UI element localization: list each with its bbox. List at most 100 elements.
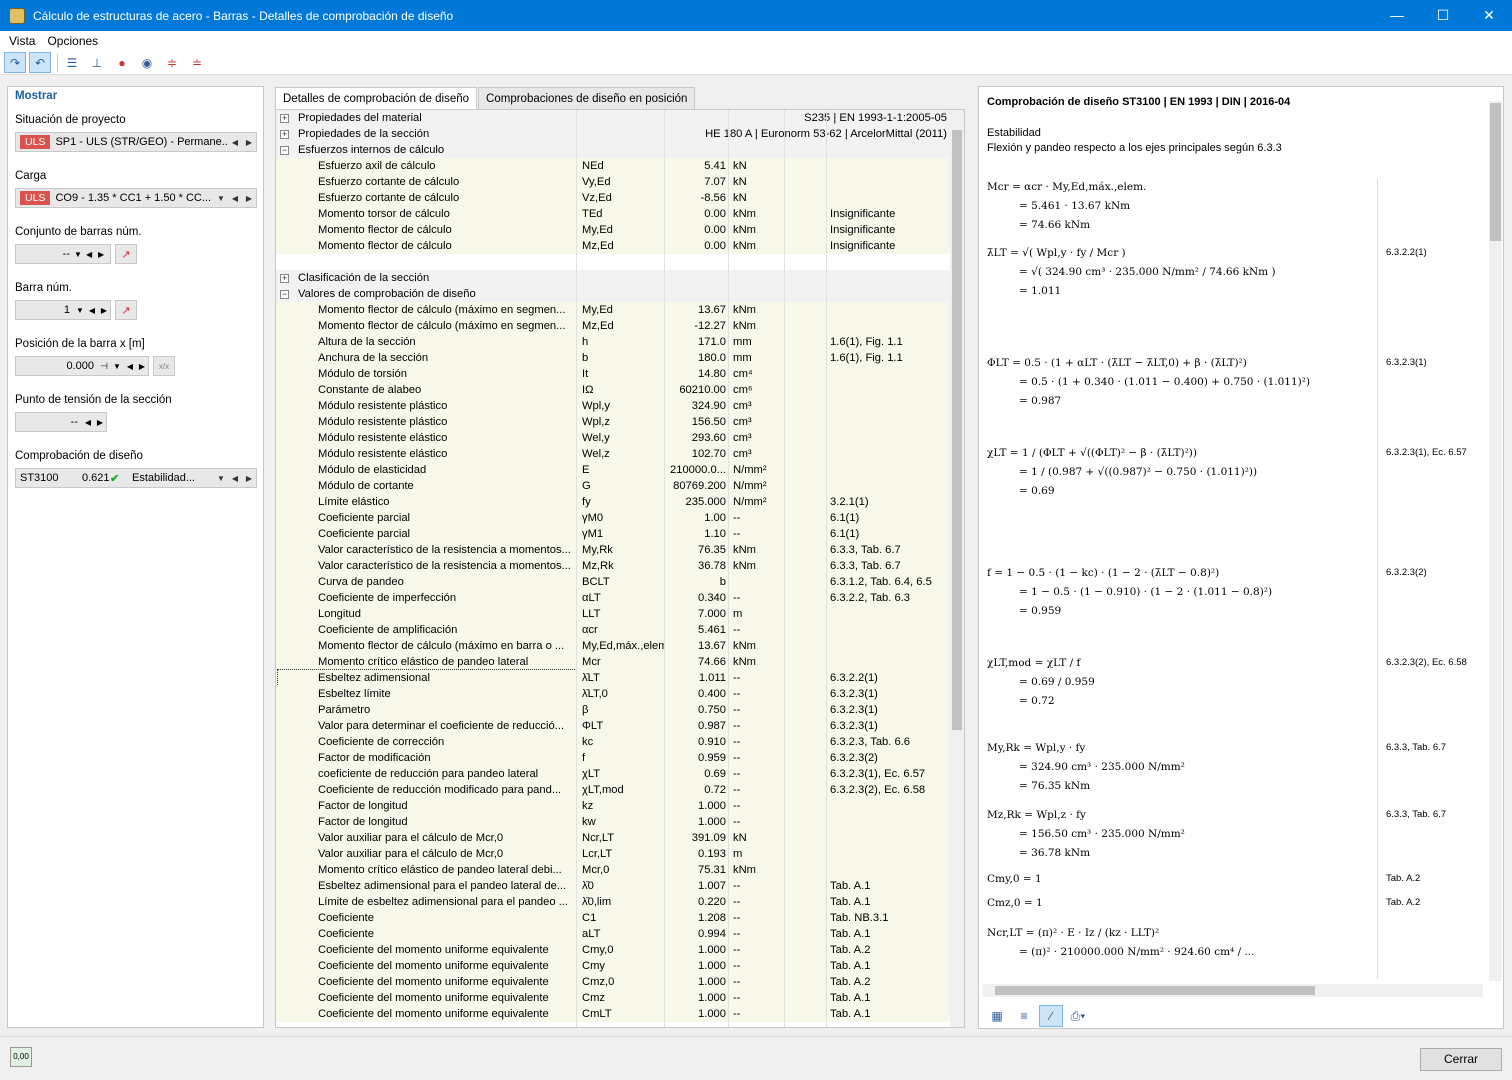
select-member-icon[interactable]: ↷ [4, 52, 26, 73]
chevron-down-icon[interactable]: ▼ [74, 250, 86, 259]
tab-design-checks-at-location[interactable]: Comprobaciones de diseño en posición [478, 87, 696, 109]
table-row[interactable]: Factor de longitud kw 1.000 -- [276, 814, 951, 830]
member-view-icon[interactable]: ⊥ [86, 52, 108, 73]
prev-arrow-icon[interactable]: ◀ [86, 250, 98, 259]
stress-point-select[interactable]: -- ◀ ▶ [15, 412, 107, 432]
chevron-down-icon[interactable]: ▼ [214, 194, 228, 203]
maximize-button[interactable]: ☐ [1420, 0, 1466, 31]
scroll-thumb[interactable] [952, 130, 962, 730]
scroll-thumb[interactable] [995, 986, 1315, 995]
table-row[interactable]: Momento flector de cálculo Mz,Ed 0.00 kNm In… [276, 238, 951, 254]
table-row[interactable]: Coeficiente del momento uniforme equival… [276, 990, 951, 1006]
table-row[interactable]: Esbeltez límite λ̄LT,0 0.400 -- 6.3.2.3(1) [276, 686, 951, 702]
next-arrow-icon[interactable]: ▶ [98, 250, 110, 259]
table-row[interactable]: Momento flector de cálculo (máximo en se… [276, 302, 951, 318]
list-icon[interactable]: ☰ [61, 52, 83, 73]
table-row[interactable]: Anchura de la sección b 180.0 mm 1.6(1), Fig… [276, 350, 951, 366]
table-row[interactable]: Módulo resistente elástico Wel,y 293.60 cm³ [276, 430, 951, 446]
chevron-down-icon[interactable]: ▼ [74, 306, 86, 315]
design-info-icon[interactable]: ◉ [136, 52, 158, 73]
group-classification[interactable]: + Clasificación de la sección [276, 270, 951, 286]
table-row[interactable]: Valor auxiliar para el cálculo de Mcr,0 L… [276, 846, 951, 862]
table-row[interactable]: Parámetro β 0.750 -- 6.3.2.3(1) [276, 702, 951, 718]
expand-icon[interactable]: + [280, 274, 289, 283]
next-arrow-icon[interactable]: ▶ [242, 474, 256, 483]
member-set-select[interactable]: -- ▼ ◀ ▶ [15, 244, 111, 264]
chevron-down-icon[interactable]: ▼ [214, 474, 228, 483]
formula-icon[interactable]: ∕ [1039, 1005, 1063, 1027]
table-row[interactable]: Coeficiente del momento uniforme equival… [276, 958, 951, 974]
table-row[interactable]: Esfuerzo cortante de cálculo Vy,Ed 7.07 kN [276, 174, 951, 190]
table-row[interactable]: Momento flector de cálculo (máximo en se… [276, 318, 951, 334]
prev-arrow-icon[interactable]: ◀ [124, 362, 136, 371]
pick-member-set-icon[interactable]: ↗ [115, 244, 137, 264]
vertical-scrollbar[interactable] [950, 110, 964, 1027]
table-row[interactable]: Coeficiente de imperfección αLT 0.340 -- 6.3… [276, 590, 951, 606]
collapse-icon[interactable]: − [280, 290, 289, 299]
close-window-button[interactable]: ✕ [1466, 0, 1512, 31]
table-row[interactable]: Factor de modificación f 0.959 -- 6.3.2.3(2) [276, 750, 951, 766]
settings-icon[interactable]: ≐ [186, 52, 208, 73]
scroll-thumb[interactable] [1490, 103, 1501, 241]
table-row[interactable]: Longitud LLT 7.000 m [276, 606, 951, 622]
calculator-icon[interactable]: 0,00 [10, 1047, 32, 1067]
print-icon[interactable]: ⎙▾ [1066, 1005, 1090, 1027]
tab-design-check-details[interactable]: Detalles de comprobación de diseño [275, 87, 478, 109]
group-design-values[interactable]: − Valores de comprobación de diseño [276, 286, 951, 302]
load-select[interactable]: ULS CO9 - 1.35 * CC1 + 1.50 * CC... ▼ ◀ … [15, 188, 257, 208]
export-icon[interactable]: ▦ [985, 1005, 1009, 1027]
prev-arrow-icon[interactable]: ◀ [228, 474, 242, 483]
table-row[interactable]: Límite de esbeltez adimensional para el … [276, 894, 951, 910]
table-row[interactable]: Factor de longitud kz 1.000 -- [276, 798, 951, 814]
prev-arrow-icon[interactable]: ◀ [86, 306, 98, 315]
table-row[interactable]: Valor auxiliar para el cálculo de Mcr,0 N… [276, 830, 951, 846]
table-row[interactable]: Módulo de torsión It 14.80 cm⁴ [276, 366, 951, 382]
minimize-button[interactable]: — [1374, 0, 1420, 31]
table-row[interactable]: Esbeltez adimensional para el pandeo lat… [276, 878, 951, 894]
prev-arrow-icon[interactable]: ◀ [228, 138, 242, 147]
table-row[interactable]: Momento crítico elástico de pandeo later… [276, 862, 951, 878]
table-row[interactable]: Módulo de cortante G 80769.200 N/mm² [276, 478, 951, 494]
table-row[interactable]: Curva de pandeo BCLT b 6.3.1.2, Tab. 6.4, 6… [276, 574, 951, 590]
relative-position-icon[interactable]: x/x [153, 356, 175, 376]
table-row[interactable]: Esbeltez adimensional λ̄LT 1.011 -- 6.3.2.2(… [276, 669, 951, 687]
table-row[interactable]: Coeficiente parcial γM1 1.10 -- 6.1(1) [276, 526, 951, 542]
table-row[interactable]: Momento torsor de cálculo TEd 0.00 kNm Insig… [276, 206, 951, 222]
collapse-icon[interactable]: − [280, 146, 289, 155]
table-row[interactable]: Esfuerzo axil de cálculo NEd 5.41 kN [276, 158, 951, 174]
table-row[interactable]: Esfuerzo cortante de cálculo Vz,Ed -8.56 kN [276, 190, 951, 206]
member-select[interactable]: 1 ▼ ◀ ▶ [15, 300, 111, 320]
next-arrow-icon[interactable]: ▶ [98, 306, 110, 315]
table-row[interactable]: Coeficiente de reducción modificado para… [276, 782, 951, 798]
table-row[interactable]: Coeficiente del momento uniforme equival… [276, 974, 951, 990]
prev-arrow-icon[interactable]: ◀ [228, 194, 242, 203]
report-horizontal-scrollbar[interactable] [983, 984, 1483, 997]
expand-icon[interactable]: + [280, 114, 289, 123]
table-row[interactable]: Coeficiente de corrección kc 0.910 -- 6.3.2.… [276, 734, 951, 750]
group-material[interactable]: + Propiedades del material S235 | EN 199… [276, 110, 951, 126]
design-situation-select[interactable]: ULS SP1 - ULS (STR/GEO) - Permane... ◀ ▶ [15, 132, 257, 152]
position-select[interactable]: 0.000 ⊣ ▼ ◀ ▶ [15, 356, 149, 376]
table-row[interactable]: Momento flector de cálculo (máximo en ba… [276, 638, 951, 654]
table-row[interactable]: Momento crítico elástico de pandeo later… [276, 654, 951, 670]
table-row[interactable]: Módulo resistente plástico Wpl,z 156.50 cm³ [276, 414, 951, 430]
expand-icon[interactable]: + [280, 130, 289, 139]
table-row[interactable]: Coeficiente C1 1.208 -- Tab. NB.3.1 [276, 910, 951, 926]
table-row[interactable]: Coeficiente parcial γM0 1.00 -- 6.1(1) [276, 510, 951, 526]
table-row[interactable]: Momento flector de cálculo My,Ed 0.00 kNm In… [276, 222, 951, 238]
table-row[interactable]: Valor característico de la resistencia a… [276, 542, 951, 558]
table-row[interactable]: coeficiente de reducción para pandeo lat… [276, 766, 951, 782]
table-row[interactable]: Constante de alabeo IΩ 60210.00 cm⁶ [276, 382, 951, 398]
menu-opciones[interactable]: Opciones [41, 34, 104, 48]
table-row[interactable]: Límite elástico fy 235.000 N/mm² 3.2.1(1) [276, 494, 951, 510]
next-arrow-icon[interactable]: ▶ [242, 194, 256, 203]
table-row[interactable]: Módulo resistente plástico Wpl,y 324.90 cm³ [276, 398, 951, 414]
table-row[interactable]: Módulo de elasticidad E 210000.0... N/mm² [276, 462, 951, 478]
table-row[interactable]: Altura de la sección h 171.0 mm 1.6(1), Fig.… [276, 334, 951, 350]
details-icon[interactable]: ≡ [1012, 1005, 1036, 1027]
table-row[interactable]: Valor característico de la resistencia a… [276, 558, 951, 574]
next-arrow-icon[interactable]: ▶ [94, 418, 106, 427]
diagram-icon[interactable]: ≑ [161, 52, 183, 73]
table-row[interactable]: Valor para determinar el coeficiente de … [276, 718, 951, 734]
slider-icon[interactable]: ⊣ [98, 361, 110, 372]
